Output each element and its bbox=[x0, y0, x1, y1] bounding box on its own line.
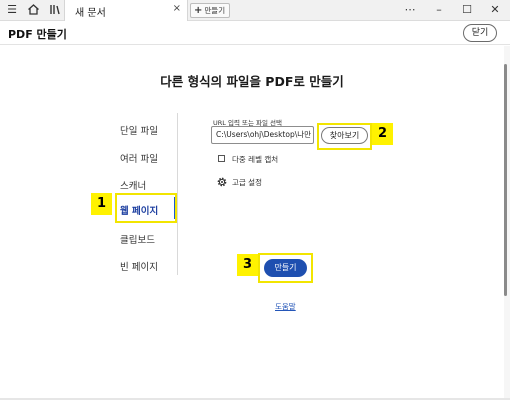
window-titlebar: ☰ 새 문서 × + 만들기 ⋯ – ☐ ✕ bbox=[0, 0, 510, 21]
multi-level-capture-label[interactable]: 다중 레벨 캡처 bbox=[232, 154, 278, 165]
home-icon[interactable] bbox=[26, 3, 40, 17]
sidebar-item-single-file[interactable]: 단일 파일 bbox=[120, 123, 176, 137]
library-icon[interactable] bbox=[47, 3, 61, 17]
sidebar-divider bbox=[177, 113, 178, 275]
advanced-settings-link[interactable]: 고급 설정 bbox=[232, 177, 262, 188]
multi-level-capture-checkbox[interactable] bbox=[218, 155, 225, 162]
new-tab-label: 만들기 bbox=[204, 6, 226, 15]
page-title: PDF 만들기 bbox=[8, 28, 67, 41]
close-window-button[interactable]: ✕ bbox=[487, 2, 503, 18]
sidebar-item-multiple-files[interactable]: 여러 파일 bbox=[120, 151, 176, 165]
highlight-browse bbox=[317, 123, 372, 150]
content-area bbox=[0, 46, 504, 400]
close-tool-button[interactable]: 닫기 bbox=[463, 24, 497, 42]
scrollbar-thumb[interactable] bbox=[504, 64, 507, 296]
url-input[interactable]: C:\Users\ohj\Desktop\나만 bbox=[211, 126, 314, 144]
help-link[interactable]: 도움말 bbox=[275, 301, 296, 312]
sidebar-item-clipboard[interactable]: 클립보드 bbox=[120, 232, 176, 246]
step-badge-1: 1 bbox=[91, 193, 112, 215]
tab-close-icon[interactable]: × bbox=[173, 3, 181, 14]
highlight-create bbox=[258, 253, 313, 283]
tab-new-document[interactable]: 새 문서 × bbox=[64, 0, 188, 21]
minimize-button[interactable]: – bbox=[431, 2, 447, 18]
highlight-web-page bbox=[115, 193, 177, 223]
sidebar-item-blank-page[interactable]: 빈 페이지 bbox=[120, 259, 176, 273]
gear-icon[interactable] bbox=[216, 176, 228, 188]
maximize-button[interactable]: ☐ bbox=[459, 2, 475, 18]
plus-icon: + bbox=[194, 5, 203, 16]
more-icon[interactable]: ⋯ bbox=[402, 2, 418, 18]
step-badge-2: 2 bbox=[372, 123, 393, 145]
sidebar-item-scanner[interactable]: 스캐너 bbox=[120, 178, 176, 192]
tool-header: PDF 만들기 닫기 bbox=[0, 21, 510, 45]
new-tab-create-button[interactable]: + 만들기 bbox=[190, 3, 230, 18]
step-badge-3: 3 bbox=[237, 254, 258, 276]
hamburger-menu-icon[interactable]: ☰ bbox=[5, 3, 19, 17]
tab-label: 새 문서 bbox=[75, 8, 106, 19]
main-heading: 다른 형식의 파일을 PDF로 만들기 bbox=[160, 74, 344, 89]
